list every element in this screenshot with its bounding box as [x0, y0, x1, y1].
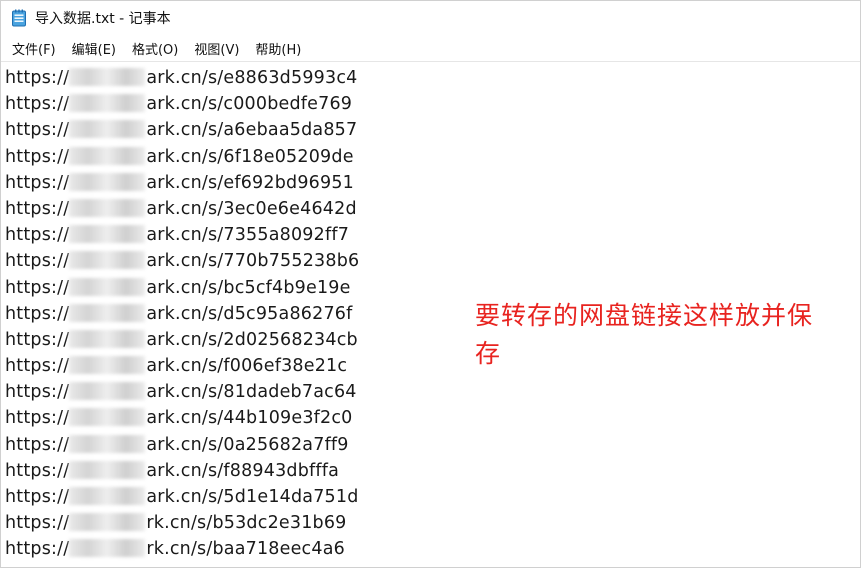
redacted-domain [69, 513, 146, 532]
text-line: https:// ark.cn/s/3ec0e6e4642d [5, 196, 860, 222]
redacted-domain [69, 382, 146, 401]
url-prefix: https:// [5, 539, 70, 560]
url-suffix: ark.cn/s/2d02568234cb [146, 329, 358, 350]
url-suffix: rk.cn/s/b53dc2e31b69 [146, 513, 347, 534]
redacted-domain [69, 225, 146, 244]
url-prefix: https:// [5, 146, 70, 167]
url-suffix: ark.cn/s/a6ebaa5da857 [146, 120, 358, 141]
redacted-domain [69, 68, 146, 86]
notepad-window: 导入数据.txt - 记事本 文件(F) 编辑(E) 格式(O) 视图(V) 帮… [0, 0, 861, 568]
annotation-text: 要转存的网盘链接这样放并保存 [475, 301, 814, 368]
text-line: https:// ark.cn/s/6f18e05209de [5, 144, 860, 170]
url-prefix: https:// [5, 408, 70, 429]
redacted-domain [69, 277, 146, 296]
url-prefix: https:// [5, 277, 70, 298]
redacted-domain [69, 146, 146, 165]
url-suffix: ark.cn/s/f006ef38e21c [146, 356, 348, 377]
url-suffix: rk.cn/s/baa718eec4a6 [146, 539, 345, 560]
redacted-domain [69, 460, 146, 479]
url-prefix: https:// [5, 251, 70, 272]
url-prefix: https:// [5, 120, 70, 141]
url-prefix: https:// [5, 513, 70, 534]
redacted-domain [69, 120, 146, 139]
url-prefix: https:// [5, 487, 70, 507]
menu-help[interactable]: 帮助(H) [248, 36, 308, 61]
redacted-domain [69, 539, 146, 558]
url-prefix: https:// [5, 94, 70, 115]
text-line: https:// rk.cn/s/b53dc2e31b69 [5, 510, 860, 536]
redacted-domain [69, 434, 146, 453]
redacted-domain [69, 251, 146, 270]
url-prefix: https:// [5, 68, 70, 88]
text-line: https:// ark.cn/s/a6ebaa5da857 [5, 117, 860, 143]
redacted-domain [69, 172, 146, 191]
menu-format[interactable]: 格式(O) [125, 36, 185, 61]
url-suffix: ark.cn/s/d5c95a86276f [146, 303, 353, 324]
text-line: https:// rk.cn/s/baa718eec4a6 [5, 536, 860, 562]
url-suffix: ark.cn/s/c000bedfe769 [146, 94, 353, 115]
url-suffix: ark.cn/s/0a25682a7ff9 [146, 434, 349, 455]
url-prefix: https:// [5, 225, 70, 246]
redacted-domain [69, 198, 146, 217]
url-suffix: ark.cn/s/ef692bd96951 [146, 172, 354, 193]
text-line: https:// ark.cn/s/5d1e14da751d [5, 484, 860, 510]
text-line: https:// ark.cn/s/0a25682a7ff9 [5, 432, 860, 458]
text-line: https:// ark.cn/s/81dadeb7ac64 [5, 379, 860, 405]
redacted-domain [69, 303, 146, 322]
text-line: https:// ark.cn/s/770b755238b6 [5, 248, 860, 274]
menu-edit[interactable]: 编辑(E) [65, 36, 123, 61]
redacted-domain [69, 94, 146, 113]
text-line: https:// ark.cn/s/e8863d5993c4 [5, 65, 860, 91]
text-line: https:// ark.cn/s/f88943dbfffa [5, 458, 860, 484]
url-prefix: https:// [5, 382, 70, 403]
redacted-domain [69, 408, 146, 427]
url-suffix: ark.cn/s/f88943dbfffa [146, 460, 340, 481]
url-suffix: ark.cn/s/bc5cf4b9e19e [146, 277, 351, 298]
url-suffix: ark.cn/s/3ec0e6e4642d [146, 198, 357, 219]
title-bar: 导入数据.txt - 记事本 [1, 1, 860, 35]
url-suffix: ark.cn/s/6f18e05209de [146, 146, 354, 167]
url-suffix: ark.cn/s/5d1e14da751d [146, 487, 359, 507]
url-suffix: ark.cn/s/e8863d5993c4 [146, 68, 358, 88]
menu-file[interactable]: 文件(F) [5, 36, 63, 61]
text-line: https:// ark.cn/s/7355a8092ff7 [5, 222, 860, 248]
url-prefix: https:// [5, 356, 70, 377]
menu-bar: 文件(F) 编辑(E) 格式(O) 视图(V) 帮助(H) [1, 35, 860, 62]
notepad-icon [11, 9, 27, 27]
redacted-domain [69, 329, 146, 348]
url-prefix: https:// [5, 460, 70, 481]
menu-view[interactable]: 视图(V) [187, 36, 246, 61]
url-prefix: https:// [5, 434, 70, 455]
url-suffix: ark.cn/s/44b109e3f2c0 [146, 408, 353, 429]
url-prefix: https:// [5, 198, 70, 219]
url-suffix: ark.cn/s/7355a8092ff7 [146, 225, 350, 246]
url-suffix: ark.cn/s/770b755238b6 [146, 251, 360, 272]
text-line: https:// ark.cn/s/ef692bd96951 [5, 170, 860, 196]
url-prefix: https:// [5, 303, 70, 324]
window-title: 导入数据.txt - 记事本 [35, 11, 171, 27]
url-prefix: https:// [5, 329, 70, 350]
text-line: https:// ark.cn/s/c000bedfe769 [5, 91, 860, 117]
redacted-domain [69, 487, 146, 505]
text-line: https:// ark.cn/s/44b109e3f2c0 [5, 405, 860, 431]
url-prefix: https:// [5, 172, 70, 193]
url-suffix: ark.cn/s/81dadeb7ac64 [146, 382, 357, 403]
redacted-domain [69, 356, 146, 375]
